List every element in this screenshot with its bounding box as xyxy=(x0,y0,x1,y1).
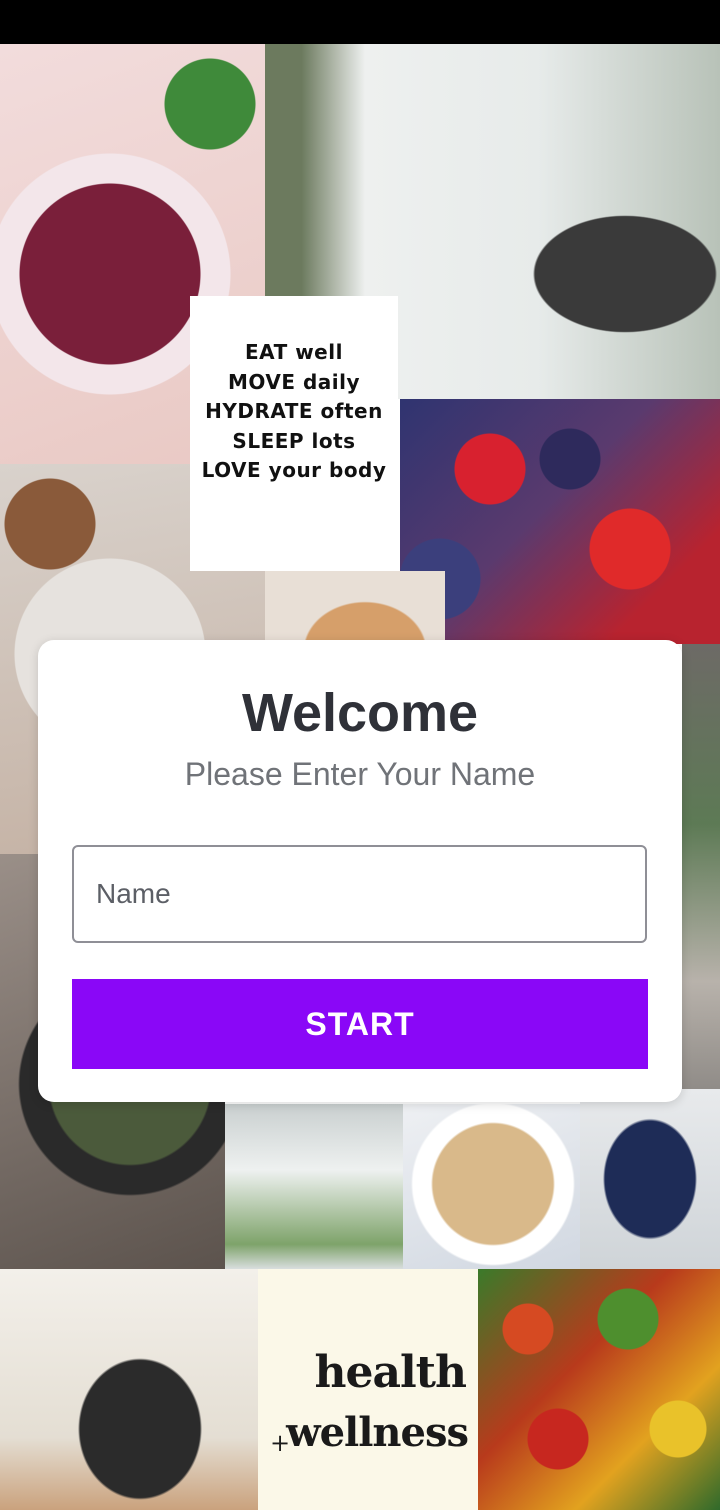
stretching-woman-image xyxy=(0,1269,258,1510)
motto-line: LOVE your body xyxy=(201,458,387,482)
welcome-title: Welcome xyxy=(241,683,479,743)
oatmeal-bowl-image xyxy=(403,1104,580,1284)
welcome-subtitle: Please Enter Your Name xyxy=(184,756,536,792)
tea-mug-image xyxy=(580,1089,720,1269)
health-text: health xyxy=(314,1347,467,1398)
motto-line: SLEEP lots xyxy=(232,428,356,453)
start-button[interactable]: START xyxy=(72,979,648,1069)
health-wellness-card: health + wellness xyxy=(258,1269,478,1510)
motto-text: EAT well MOVE daily HYDRATE often SLEEP … xyxy=(190,338,398,486)
vegetables-image xyxy=(478,1269,720,1510)
motto-line: EAT well xyxy=(245,340,343,364)
wellness-text: wellness xyxy=(286,1409,469,1456)
name-input[interactable] xyxy=(72,845,647,943)
motto-line: HYDRATE often xyxy=(205,399,383,423)
motto-line: MOVE daily xyxy=(227,369,361,394)
berries-image xyxy=(400,399,720,644)
fridge-image xyxy=(225,1104,403,1269)
status-bar xyxy=(0,0,720,44)
motto-card: EAT well MOVE daily HYDRATE often SLEEP … xyxy=(190,296,398,571)
